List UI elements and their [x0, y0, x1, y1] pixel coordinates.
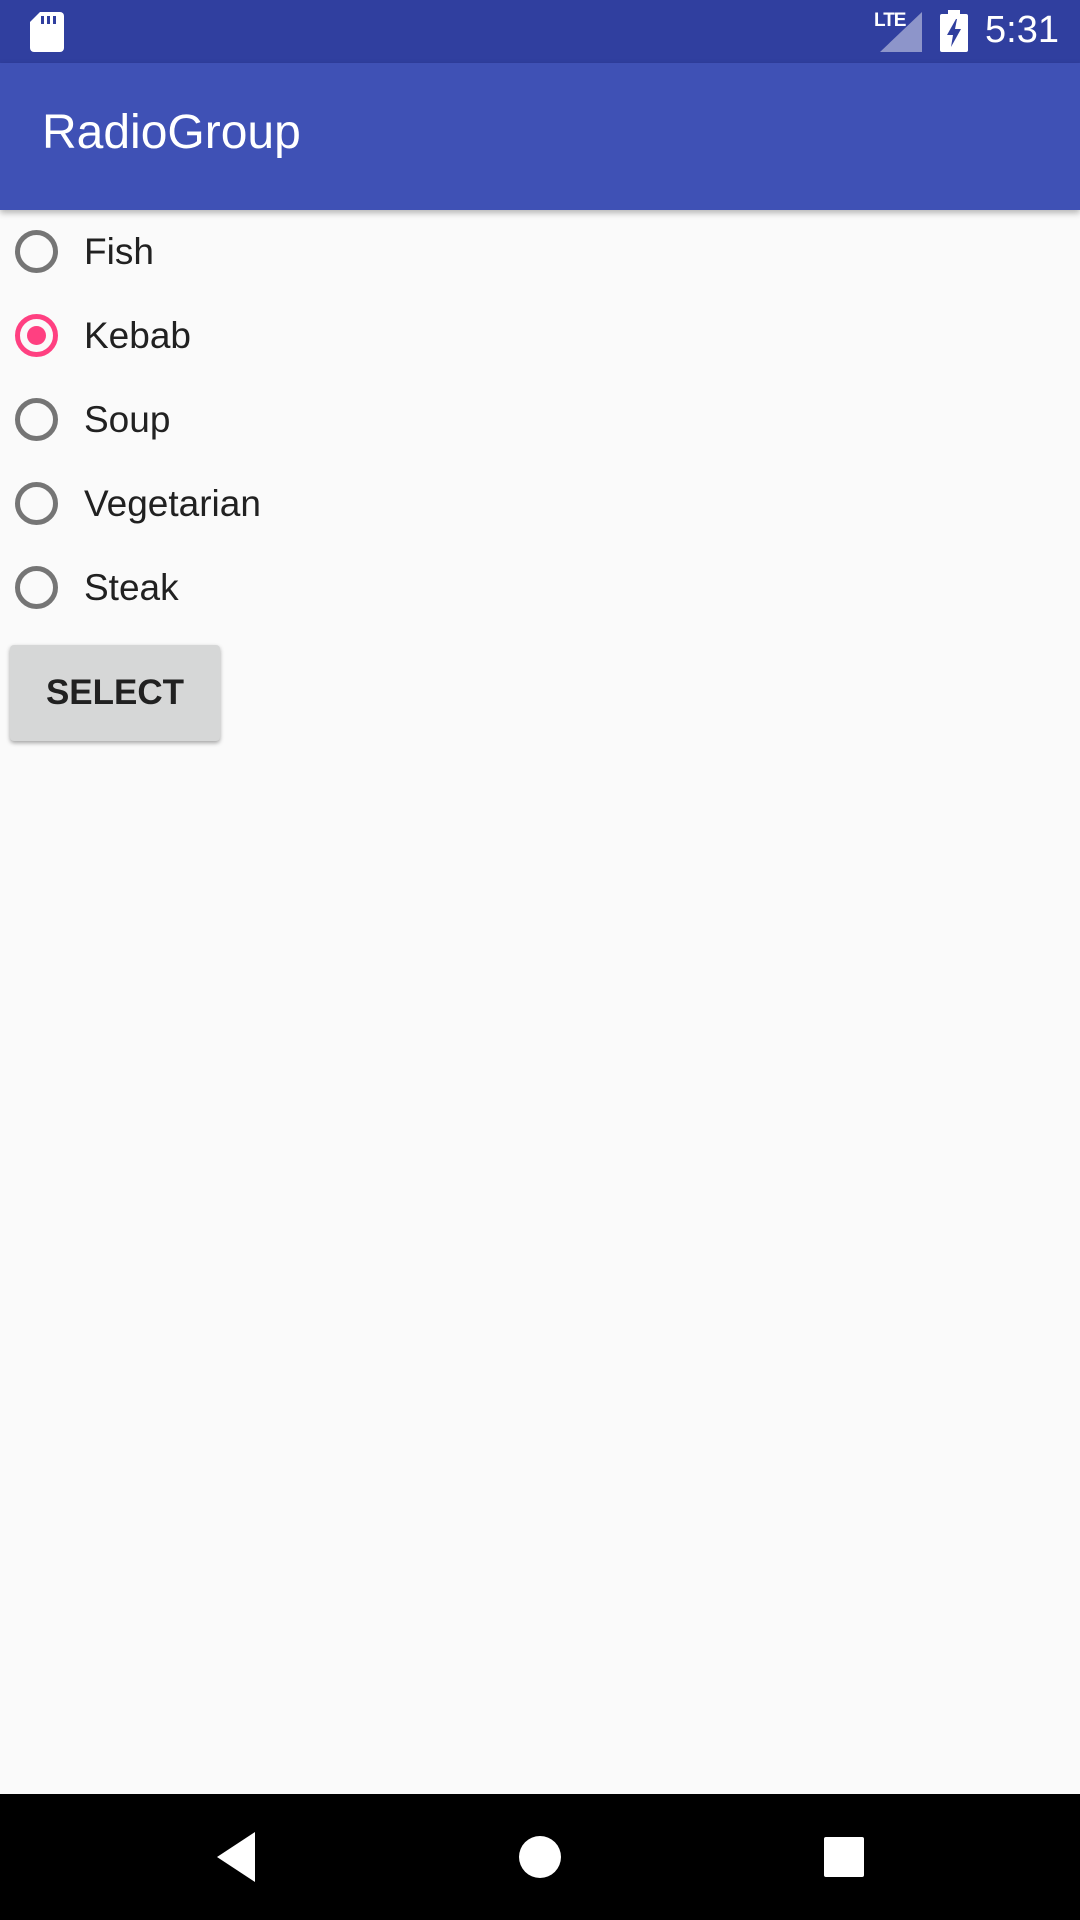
radio-option-label: Steak	[84, 567, 179, 608]
radio-option-soup[interactable]: Soup	[0, 378, 420, 462]
select-button[interactable]: SELECT	[10, 645, 220, 741]
app-bar: RadioGroup	[0, 63, 1080, 210]
app-title: RadioGroup	[42, 106, 301, 159]
radio-option-fish[interactable]: Fish	[0, 210, 420, 294]
radio-option-label: Fish	[84, 231, 154, 272]
main-content: Fish Kebab Soup Vegetarian Steak SELECT	[0, 210, 1080, 1794]
radio-button-unchecked[interactable]	[15, 566, 58, 609]
radio-option-label: Soup	[84, 399, 171, 440]
radio-option-label: Kebab	[84, 315, 191, 356]
radio-checked-dot	[27, 326, 46, 345]
radio-button-unchecked[interactable]	[15, 398, 58, 441]
radio-option-label: Vegetarian	[84, 483, 261, 524]
radio-button-unchecked[interactable]	[15, 230, 58, 273]
home-icon[interactable]	[509, 1826, 571, 1888]
back-icon[interactable]	[207, 1826, 269, 1888]
battery-charging-icon	[940, 10, 968, 52]
radio-option-vegetarian[interactable]: Vegetarian	[0, 462, 420, 546]
sd-card-icon	[30, 12, 64, 52]
signal-icon	[880, 12, 922, 52]
radio-option-kebab[interactable]: Kebab	[0, 294, 420, 378]
navigation-bar	[0, 1794, 1080, 1920]
recents-icon[interactable]	[813, 1826, 875, 1888]
radio-button-checked[interactable]	[15, 314, 58, 357]
status-clock: 5:31	[985, 9, 1059, 51]
status-bar: LTE 5:31	[0, 0, 1080, 63]
radio-button-unchecked[interactable]	[15, 482, 58, 525]
radio-option-steak[interactable]: Steak	[0, 546, 420, 630]
